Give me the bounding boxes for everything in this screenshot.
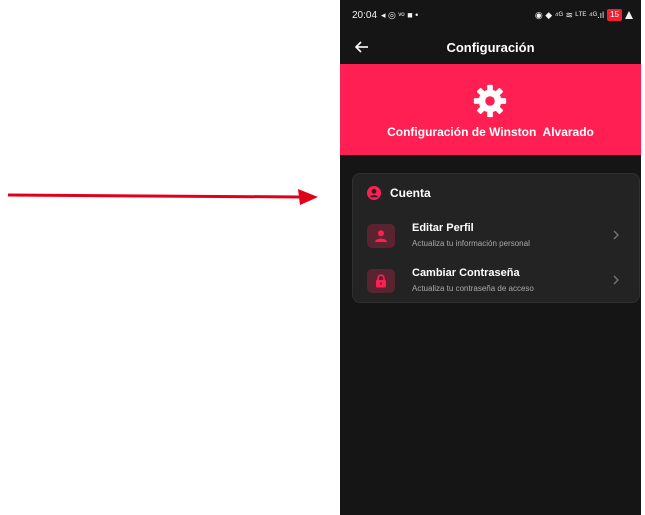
change-password-title: Cambiar Contraseña xyxy=(412,267,520,279)
chevron-right-icon xyxy=(613,230,619,240)
status-left: 20:04 ◂ ◎ ᵛᵒ ■ • xyxy=(352,10,418,21)
person-glyph-icon xyxy=(375,230,387,242)
status-bar: 20:04 ◂ ◎ ᵛᵒ ■ • ◉ ◆ ⁴ᴳ ≋ ᴸᵀᴱ ⁴ᴳ.ıl 15 xyxy=(340,0,641,30)
edit-profile-option[interactable]: Editar Perfil Actualiza tu información p… xyxy=(353,217,639,257)
change-password-option[interactable]: Cambiar Contraseña Actualiza tu contrase… xyxy=(353,262,639,302)
hero-title: Configuración de Winston Alvarado xyxy=(387,125,594,139)
annotation-arrow xyxy=(8,189,318,205)
status-time: 20:04 xyxy=(352,9,378,21)
notification-icons: ◂ ◎ ᵛᵒ ■ • xyxy=(381,9,419,20)
back-button[interactable] xyxy=(350,36,374,58)
account-circle-icon xyxy=(367,186,381,200)
gear-icon xyxy=(473,84,507,118)
battery-icon: 15 xyxy=(607,9,622,21)
lock-glyph-icon xyxy=(376,274,386,288)
account-section-header: Cuenta xyxy=(367,184,431,202)
settings-hero-banner: Configuración de Winston Alvarado xyxy=(340,64,641,155)
lock-icon xyxy=(367,269,395,293)
page-title: Configuración xyxy=(446,39,535,55)
account-card: Cuenta Editar Perfil Actualiza tu inform… xyxy=(352,173,640,303)
account-section-title: Cuenta xyxy=(390,186,431,200)
signal-icons: ◉ ◆ ⁴ᴳ ≋ ᴸᵀᴱ ⁴ᴳ.ıl xyxy=(534,9,605,20)
app-bar: Configuración xyxy=(340,30,641,64)
alert-icon xyxy=(625,11,633,19)
status-right: ◉ ◆ ⁴ᴳ ≋ ᴸᵀᴱ ⁴ᴳ.ıl 15 xyxy=(535,9,633,21)
arrow-left-icon xyxy=(355,41,368,53)
change-password-subtitle: Actualiza tu contraseña de acceso xyxy=(412,284,534,293)
edit-profile-subtitle: Actualiza tu información personal xyxy=(412,239,530,248)
edit-profile-title: Editar Perfil xyxy=(412,222,474,234)
person-icon xyxy=(367,224,395,248)
phone-screen: 20:04 ◂ ◎ ᵛᵒ ■ • ◉ ◆ ⁴ᴳ ≋ ᴸᵀᴱ ⁴ᴳ.ıl 15 C… xyxy=(340,0,641,515)
chevron-right-icon xyxy=(613,275,619,285)
